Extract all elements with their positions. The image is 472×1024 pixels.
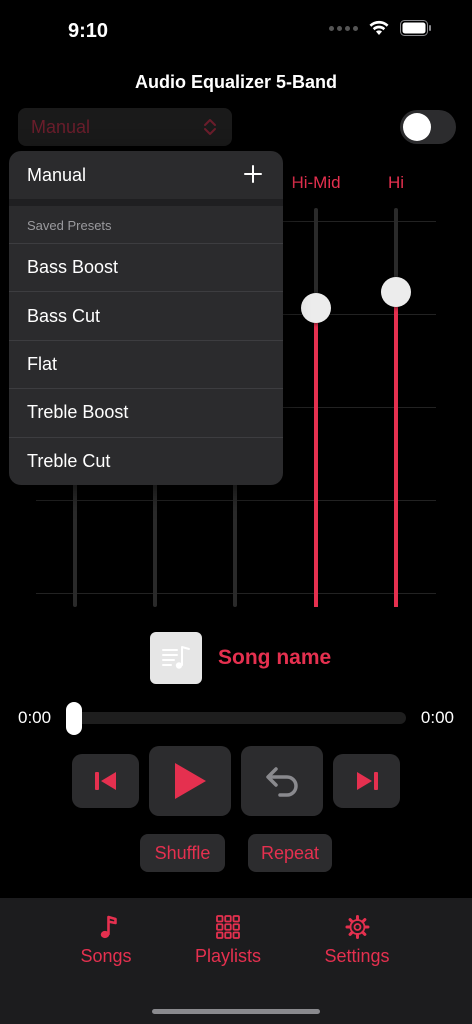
- progress-thumb[interactable]: [66, 702, 82, 735]
- next-button[interactable]: [333, 754, 400, 808]
- preset-item-treble-cut[interactable]: Treble Cut: [9, 436, 283, 485]
- eq-slider-thumb[interactable]: [381, 276, 411, 307]
- status-icons: [329, 20, 432, 36]
- music-note-icon: [100, 915, 117, 939]
- saved-presets-heading: Saved Presets: [27, 218, 112, 233]
- music-list-icon: [162, 646, 190, 669]
- cellular-signal-icon: [329, 25, 358, 31]
- tab-settings-label: Settings: [324, 946, 390, 966]
- tab-songs[interactable]: Songs: [80, 914, 132, 967]
- battery-icon: [400, 20, 431, 36]
- status-bar: 9:10: [0, 0, 472, 60]
- tab-playlists[interactable]: Playlists: [195, 914, 261, 967]
- preset-item-bass-boost[interactable]: Bass Boost: [9, 243, 283, 291]
- eq-band-label: Hi: [387, 173, 405, 192]
- tab-playlists-label: Playlists: [194, 946, 262, 966]
- chevron-up-down-icon: [204, 119, 216, 135]
- equalizer-toggle[interactable]: [400, 110, 456, 144]
- preset-selector-value: Manual: [31, 116, 91, 137]
- eq-slider-thumb[interactable]: [301, 292, 331, 323]
- wifi-icon: [369, 20, 389, 35]
- previous-button[interactable]: [72, 754, 139, 808]
- eq-slider-fill: [394, 291, 398, 607]
- eq-band-label: Hi-Mid: [291, 173, 341, 192]
- play-icon: [175, 763, 206, 799]
- undo-button[interactable]: [241, 746, 323, 816]
- time-total: 0:00: [420, 708, 454, 727]
- preset-item-treble-boost[interactable]: Treble Boost: [9, 388, 283, 436]
- tab-songs-label: Songs: [80, 946, 132, 966]
- skip-forward-icon: [356, 772, 378, 790]
- play-button[interactable]: [149, 746, 231, 816]
- menu-separator: [9, 199, 283, 206]
- plus-icon[interactable]: [243, 164, 263, 184]
- saved-presets-list: Bass Boost Bass Cut Flat Treble Boost Tr…: [9, 243, 283, 485]
- eq-slider-fill: [314, 307, 318, 607]
- now-playing: Song name: [150, 632, 331, 684]
- grid-icon: [216, 915, 240, 939]
- song-name: Song name: [218, 646, 332, 669]
- tab-bar: Songs Playlists Settings: [0, 898, 472, 1024]
- preset-menu-manual[interactable]: Manual: [9, 151, 283, 199]
- shuffle-button[interactable]: Shuffle: [140, 834, 225, 872]
- preset-item-bass-cut[interactable]: Bass Cut: [9, 291, 283, 339]
- time-elapsed: 0:00: [18, 708, 52, 727]
- skip-back-icon: [94, 772, 116, 790]
- back-arrow-icon: [266, 767, 298, 797]
- toggle-knob: [403, 113, 431, 141]
- tab-settings[interactable]: Settings: [324, 914, 390, 967]
- preset-menu-manual-label: Manual: [27, 164, 87, 185]
- preset-selector[interactable]: Manual: [18, 108, 232, 146]
- preset-item-flat[interactable]: Flat: [9, 339, 283, 388]
- preset-menu: Manual Saved Presets Bass Boost Bass Cut…: [9, 151, 283, 485]
- page-title: Audio Equalizer 5-Band: [134, 72, 338, 92]
- progress-track[interactable]: [72, 712, 406, 724]
- album-artwork: [150, 632, 202, 684]
- repeat-button[interactable]: Repeat: [248, 834, 332, 872]
- home-indicator: [152, 1009, 320, 1014]
- gear-icon: [344, 915, 369, 939]
- status-time: 9:10: [68, 20, 109, 42]
